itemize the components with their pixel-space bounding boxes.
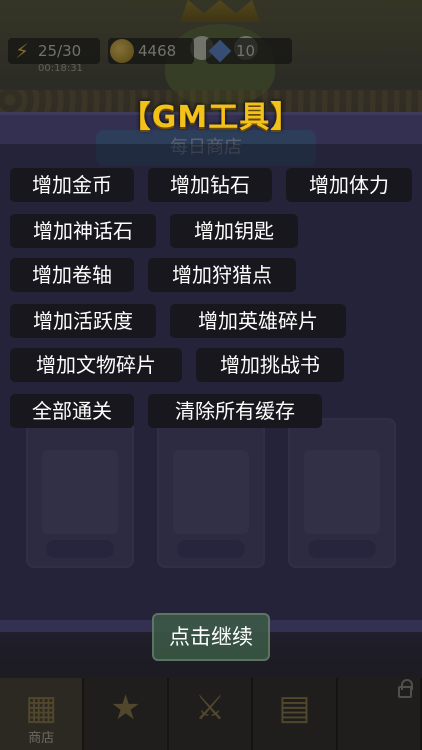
- add-myth-stone-button[interactable]: 增加神话石: [10, 214, 156, 248]
- add-gold-button[interactable]: 增加金币: [10, 168, 134, 202]
- clear-all-levels-button[interactable]: 全部通关: [10, 394, 134, 428]
- add-hunting-points-button[interactable]: 增加狩猎点: [148, 258, 296, 292]
- add-challenge-book-button[interactable]: 增加挑战书: [196, 348, 344, 382]
- add-artifact-shards-button[interactable]: 增加文物碎片: [10, 348, 182, 382]
- add-scroll-button[interactable]: 增加卷轴: [10, 258, 134, 292]
- clear-all-cache-button[interactable]: 清除所有缓存: [148, 394, 322, 428]
- tap-to-continue-button[interactable]: 点击继续: [152, 613, 270, 661]
- add-key-button[interactable]: 增加钥匙: [170, 214, 298, 248]
- add-activity-button[interactable]: 增加活跃度: [10, 304, 156, 338]
- add-stamina-button[interactable]: 增加体力: [286, 168, 412, 202]
- add-hero-shards-button[interactable]: 增加英雄碎片: [170, 304, 346, 338]
- gm-tools-title: 【GM工具】: [120, 100, 302, 135]
- add-diamond-button[interactable]: 增加钻石: [148, 168, 272, 202]
